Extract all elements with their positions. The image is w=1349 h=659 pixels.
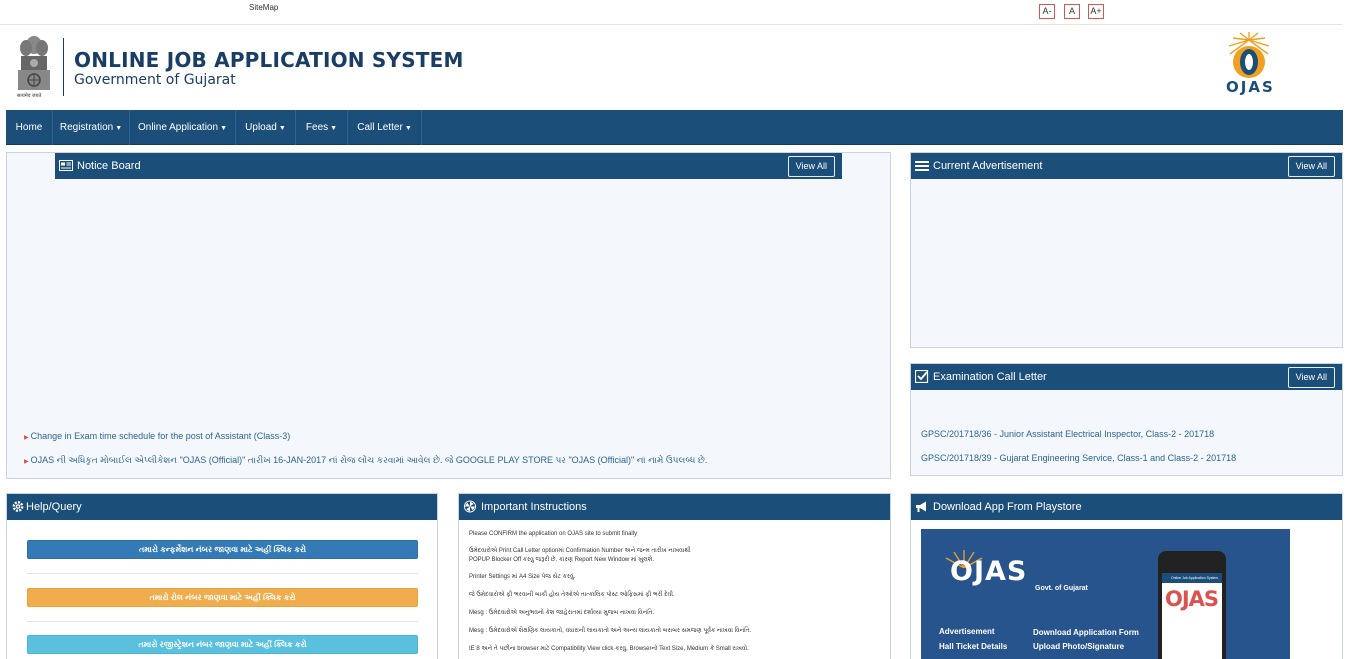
notice-board-title: Notice Board (77, 160, 141, 172)
current-advertisement-panel: Current Advertisement View All (910, 152, 1343, 348)
divider (27, 573, 418, 574)
notice-board-header: Notice Board View All (55, 153, 842, 179)
exam-call-letter-header: Examination Call Letter View All (911, 364, 1342, 390)
nav-fees[interactable]: Fees ▼ (296, 110, 348, 145)
phone-screen: Online Job Application System OJAS (1162, 573, 1222, 659)
important-instructions-panel: Important Instructions Please CONFIRM th… (458, 493, 891, 659)
current-advertisement-view-all-button[interactable]: View All (1287, 156, 1335, 177)
sitemap-link[interactable]: SiteMap (249, 3, 278, 12)
nav-registration-label: Registration (59, 122, 114, 133)
exam-call-letter-panel: Examination Call Letter View All GPSC/20… (910, 363, 1343, 476)
bullet-arrow-icon: ▶ (24, 435, 29, 441)
national-emblem-icon (18, 36, 50, 90)
divider (27, 621, 418, 622)
font-increase-button[interactable]: A+ (1088, 4, 1104, 19)
important-instructions-title: Important Instructions (481, 501, 587, 513)
nav-online-application-label: Online Application (138, 122, 219, 133)
nav-registration[interactable]: Registration ▼ (53, 110, 130, 145)
nav-call-letter[interactable]: Call Letter ▼ (348, 110, 422, 145)
download-app-header: Download App From Playstore (911, 494, 1342, 520)
download-app-panel: Download App From Playstore OJAS Govt. o… (910, 493, 1343, 659)
instruction-line: Printer Settings માં A4 Size પેજ સેટ કરવ… (469, 574, 576, 580)
emblem-caption: सत्यमेव जयते (17, 93, 42, 99)
instruction-line: POPUP Blocker Off કરવુ જરૂરી છે. કારણ Re… (469, 557, 655, 563)
header-divider (63, 38, 64, 96)
confirmation-number-button[interactable]: તમારો કન્ફર્મેશન નંબર જાણવા માટે અહીં ક્… (27, 540, 418, 559)
call-letter-link[interactable]: GPSC/201718/36 - Junior Assistant Electr… (921, 429, 1214, 439)
main-nav: Home Registration ▼ Online Application ▼ U… (6, 110, 1343, 145)
chevron-down-icon: ▼ (404, 125, 412, 132)
site-subtitle: Government of Gujarat (74, 72, 236, 88)
notice-item-text: OJAS ની અધિકૃત મોબાઈલ એપ્લીકેશન "OJAS (O… (30, 455, 708, 465)
site-header: सत्यमेव जयते ONLINE JOB APPLICATION SYST… (0, 26, 1343, 110)
help-query-header: Help/Query (7, 494, 437, 520)
instruction-line: Please CONFIRM the application on OJAS s… (469, 531, 638, 537)
nav-home[interactable]: Home (6, 110, 53, 145)
notice-item[interactable]: ▶ OJAS ની અધિકૃત મોબાઈલ એપ્લીકેશન "OJAS (… (24, 455, 707, 466)
chevron-down-icon: ▼ (115, 125, 123, 132)
nav-upload-label: Upload (245, 122, 277, 133)
nav-call-letter-label: Call Letter (357, 122, 403, 133)
exam-call-letter-title: Examination Call Letter (933, 371, 1047, 383)
nav-upload[interactable]: Upload ▼ (236, 110, 296, 145)
banner-feature: Download Application Form (1033, 628, 1139, 637)
checkbox-checked-icon (915, 370, 929, 383)
chevron-down-icon: ▼ (330, 125, 338, 132)
banner-logo: OJAS (950, 556, 1028, 587)
phone-logo: OJAS (1165, 587, 1219, 611)
nav-fees-label: Fees (305, 122, 329, 133)
notice-item-text: Change in Exam time schedule for the pos… (30, 431, 291, 441)
newspaper-icon (59, 160, 73, 171)
phone-mockup: Online Job Application System OJAS (1158, 551, 1226, 659)
instruction-line: ઉમેદવારોએ Print Call Letter optionમાં Co… (469, 548, 691, 554)
help-query-panel: Help/Query તમારો કન્ફર્મેશન નંબર જાણવા મ… (6, 493, 438, 659)
pinwheel-icon (463, 500, 477, 513)
important-instructions-header: Important Instructions (459, 494, 890, 520)
download-app-title: Download App From Playstore (933, 501, 1082, 513)
roll-number-button[interactable]: તમારો રોલ નંબર જાણવા માટે અહીં ક્લિક કરો (27, 588, 418, 607)
help-query-title: Help/Query (26, 501, 82, 513)
phone-app-title: Online Job Application System (1162, 573, 1222, 583)
megaphone-icon (916, 501, 926, 512)
instruction-line: IE 8 અને તે પછીના browser માટે Compatibi… (469, 646, 749, 652)
instruction-line: જે ઉમેદવારોએ ફી ભરવાની બાકી હોય તેઓએ તાત… (469, 592, 675, 598)
current-advertisement-title: Current Advertisement (933, 160, 1043, 172)
font-decrease-button[interactable]: A- (1039, 4, 1055, 19)
notice-board-view-all-button[interactable]: View All (787, 156, 835, 177)
notice-board-panel: Notice Board View All ▶ Change in Exam ti… (6, 152, 891, 479)
chevron-down-icon: ▼ (220, 125, 227, 132)
banner-feature: Advertisement (939, 627, 995, 636)
bullet-arrow-icon: ▶ (24, 459, 29, 465)
banner-feature: Upload Photo/Signature (1033, 642, 1125, 651)
list-icon (915, 161, 929, 171)
registration-number-button[interactable]: તમારો રજીસ્ટ્રેશન નંબર જાણવા માટે અહીં ક… (27, 635, 418, 654)
banner-feature: Hall Ticket Details (939, 642, 1008, 651)
ojas-logo-text: OJAS (1226, 78, 1275, 96)
notice-item[interactable]: ▶ Change in Exam time schedule for the po… (24, 431, 290, 441)
site-title: ONLINE JOB APPLICATION SYSTEM (74, 48, 464, 72)
instruction-line: Mesg : ઉમેદવારોએ અનુભવનો કેશ જાહેરાતમાં … (469, 610, 655, 616)
nav-home-label: Home (15, 122, 43, 133)
instruction-line: Mesg : ઉમેદવારોએ શૈક્ષણિક લાયકાતો, વધારા… (469, 628, 752, 634)
banner-gov-text: Govt. of Gujarat (1035, 585, 1088, 592)
current-advertisement-header: Current Advertisement View All (911, 153, 1342, 179)
nav-online-application[interactable]: Online Application ▼ (130, 110, 236, 145)
playstore-banner[interactable]: OJAS Govt. of Gujarat Advertisement Hall… (921, 529, 1290, 659)
page: SiteMap A- A A+ सत्यमेव जयते ONLINE JOB … (0, 0, 1349, 659)
top-bar: SiteMap A- A A+ (0, 0, 1343, 25)
exam-call-letter-view-all-button[interactable]: View All (1287, 367, 1335, 388)
call-letter-link[interactable]: GPSC/201718/39 - Gujarat Engineering Ser… (921, 453, 1236, 463)
font-normal-button[interactable]: A (1064, 4, 1080, 19)
gear-icon (12, 501, 24, 512)
chevron-down-icon: ▼ (278, 125, 286, 132)
